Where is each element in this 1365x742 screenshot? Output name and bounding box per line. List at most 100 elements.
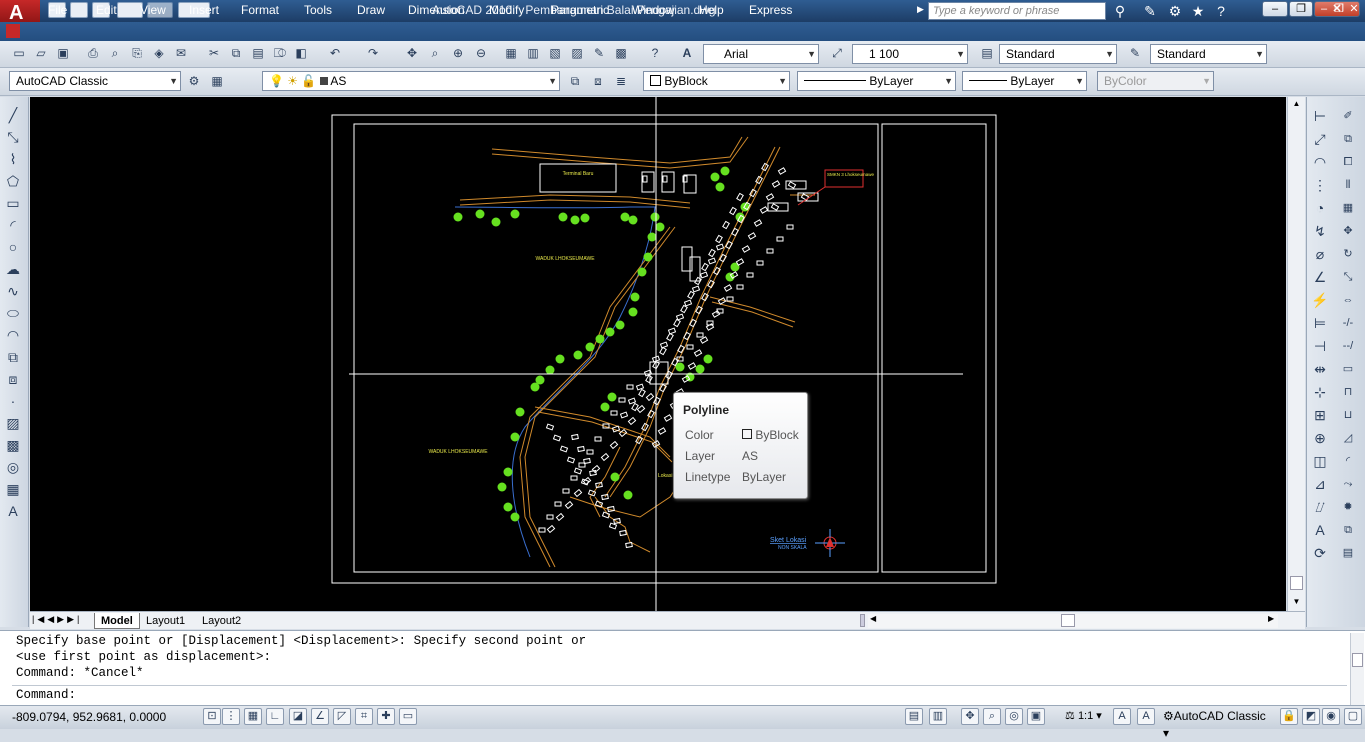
layer-states-icon[interactable]: ≣ xyxy=(612,72,630,90)
cut-icon[interactable]: ✂ xyxy=(205,44,223,62)
save-icon[interactable]: ▣ xyxy=(54,44,72,62)
pan-icon[interactable]: ✥ xyxy=(403,44,421,62)
menu-window[interactable]: Window xyxy=(632,2,675,18)
table-style-icon[interactable]: ✎ xyxy=(1126,44,1144,62)
object-snap-tracking-icon[interactable]: ⌗ xyxy=(355,708,373,725)
paste-icon[interactable]: ▤ xyxy=(249,44,267,62)
copy-object-icon[interactable]: ⧉ xyxy=(1337,129,1359,149)
offset-icon[interactable]: ⫴ xyxy=(1337,175,1359,195)
layer-select[interactable]: 💡 ☀ 🔓 AS ▼ xyxy=(262,71,560,91)
layer-tools-icon[interactable]: ▤ xyxy=(1337,543,1359,563)
continue-icon[interactable]: ⊣ xyxy=(1309,336,1331,356)
radius-icon[interactable]: ◔ xyxy=(1309,198,1331,218)
annotation-visibility-icon[interactable]: A xyxy=(1113,708,1131,725)
circle-icon[interactable]: ○ xyxy=(2,237,24,257)
scroll-left-icon[interactable]: ◀ xyxy=(870,614,876,623)
draw-order-icon[interactable]: ⧉ xyxy=(1337,520,1359,540)
menu-help[interactable]: Help xyxy=(699,2,724,18)
spline-icon[interactable]: ∿ xyxy=(2,281,24,301)
make-current-layer-icon[interactable]: ⧉ xyxy=(566,72,584,90)
dim-break-icon[interactable]: ⊹ xyxy=(1309,382,1331,402)
jogged-linear-icon[interactable]: ⊿ xyxy=(1309,474,1331,494)
document-icon[interactable] xyxy=(6,24,20,38)
arc-icon[interactable]: ◜ xyxy=(2,215,24,235)
plot-preview-icon[interactable]: ⌕ xyxy=(106,44,124,62)
dim-scale-select[interactable]: 1 100 ▼ xyxy=(852,44,968,64)
auto-scale-icon[interactable]: A xyxy=(1137,708,1155,725)
menu-edit[interactable]: Edit xyxy=(96,2,117,18)
hardware-acceleration-icon[interactable]: ◩ xyxy=(1302,708,1320,725)
drawing-canvas[interactable]: Terminal Baru SMKN 3 Lhokseumawe WADUK L… xyxy=(30,97,1286,611)
erase-icon[interactable]: ✐ xyxy=(1337,106,1359,126)
fillet-icon[interactable]: ◜ xyxy=(1337,451,1359,471)
help-icon[interactable]: ? xyxy=(1211,2,1231,20)
text-style-font-select[interactable]: Arial ▼ xyxy=(703,44,819,64)
center-mark-icon[interactable]: ⊕ xyxy=(1309,428,1331,448)
model-space-icon[interactable]: ⊡ xyxy=(203,708,221,725)
menu-modify[interactable]: Modify xyxy=(489,2,524,18)
hatch-icon[interactable]: ▨ xyxy=(2,413,24,433)
dim-edit-icon[interactable]: ⌰ xyxy=(1309,497,1331,517)
menu-view[interactable]: View xyxy=(140,2,166,18)
break-at-point-icon[interactable]: ▭ xyxy=(1337,359,1359,379)
rotate-icon[interactable]: ↻ xyxy=(1337,244,1359,264)
angular-icon[interactable]: ∠ xyxy=(1309,267,1331,287)
binoculars-icon[interactable]: ⚲ xyxy=(1110,2,1130,20)
command-window[interactable]: Specify base point or [Displacement] <Di… xyxy=(0,630,1365,705)
gradient-icon[interactable]: ▩ xyxy=(2,435,24,455)
tab-navigation-arrows[interactable]: |◀◀▶▶| xyxy=(32,614,92,628)
tab-layout2[interactable]: Layout2 xyxy=(196,613,247,629)
command-scroll-thumb[interactable] xyxy=(1352,653,1363,667)
command-scrollbar[interactable] xyxy=(1350,633,1364,705)
pan-status-icon[interactable]: ✥ xyxy=(961,708,979,725)
ortho-mode-icon[interactable]: ∟ xyxy=(266,708,284,725)
search-expand-icon[interactable]: ▶ xyxy=(917,4,927,18)
tab-layout1[interactable]: Layout1 xyxy=(140,613,191,629)
sheet-set-icon[interactable]: ▨ xyxy=(568,44,586,62)
scroll-down-icon[interactable]: ▼ xyxy=(1290,597,1303,607)
block-editor-icon[interactable]: ◧ xyxy=(292,44,310,62)
tab-splitter[interactable] xyxy=(860,614,865,627)
vertical-scroll-thumb[interactable] xyxy=(1290,576,1303,590)
annotation-scale[interactable]: ⚖ 1:1 ▾ xyxy=(1065,708,1110,725)
dim-style-select[interactable]: Standard ▼ xyxy=(999,44,1117,64)
search-input[interactable]: Type a keyword or phrase xyxy=(928,2,1106,20)
properties-icon[interactable]: ▦ xyxy=(502,44,520,62)
mirror-icon[interactable]: ⧠ xyxy=(1337,152,1359,172)
chamfer-icon[interactable]: ◿ xyxy=(1337,428,1359,448)
command-prompt[interactable]: Command: xyxy=(16,688,76,702)
join-icon[interactable]: ⊔ xyxy=(1337,405,1359,425)
3d-dwf-icon[interactable]: ◈ xyxy=(150,44,168,62)
dimension-style-icon[interactable]: ⤢ xyxy=(828,44,846,62)
revision-cloud-icon[interactable]: ☁ xyxy=(2,259,24,279)
tolerance-icon[interactable]: ⊞ xyxy=(1309,405,1331,425)
plot-icon[interactable]: ⎙ xyxy=(84,44,102,62)
quickcalc-icon[interactable]: ▩ xyxy=(612,44,630,62)
doc-close-button[interactable]: ✕ xyxy=(1347,2,1361,16)
horizontal-scrollbar[interactable]: ◀ ▶ xyxy=(868,614,1278,628)
insert-block-icon[interactable]: ⧉ xyxy=(2,347,24,367)
menu-express[interactable]: Express xyxy=(749,2,792,18)
new-icon[interactable]: ▭ xyxy=(10,44,28,62)
workspace-settings-icon[interactable]: ⚙ xyxy=(185,72,203,90)
quick-dim-icon[interactable]: ⚡ xyxy=(1309,290,1331,310)
trim-icon[interactable]: -/- xyxy=(1337,313,1359,333)
workspace-select[interactable]: AutoCAD Classic ▼ xyxy=(9,71,181,91)
redo-icon[interactable]: ↷ xyxy=(364,44,382,62)
undo-icon[interactable]: ↶ xyxy=(326,44,344,62)
extend-icon[interactable]: --/ xyxy=(1337,336,1359,356)
favorites-star-icon[interactable]: ★ xyxy=(1188,2,1208,20)
diameter-icon[interactable]: ⌀ xyxy=(1309,244,1331,264)
menu-parametric[interactable]: Parametric xyxy=(551,2,609,18)
show-layouts-icon[interactable]: ▥ xyxy=(929,708,947,725)
menu-dimension[interactable]: Dimension xyxy=(408,2,465,18)
ellipse-arc-icon[interactable]: ◠ xyxy=(2,325,24,345)
maximize-button[interactable]: ❐ xyxy=(1289,1,1313,17)
help-icon[interactable]: ? xyxy=(646,44,664,62)
layer-previous-icon[interactable]: ⧈ xyxy=(589,72,607,90)
doc-minimize-button[interactable]: – xyxy=(1317,2,1331,16)
copy-icon[interactable]: ⧉ xyxy=(227,44,245,62)
polyline-icon[interactable]: ⌇ xyxy=(2,149,24,169)
etransmit-icon[interactable]: ✉ xyxy=(172,44,190,62)
doc-restore-button[interactable]: ❐ xyxy=(1332,2,1346,16)
